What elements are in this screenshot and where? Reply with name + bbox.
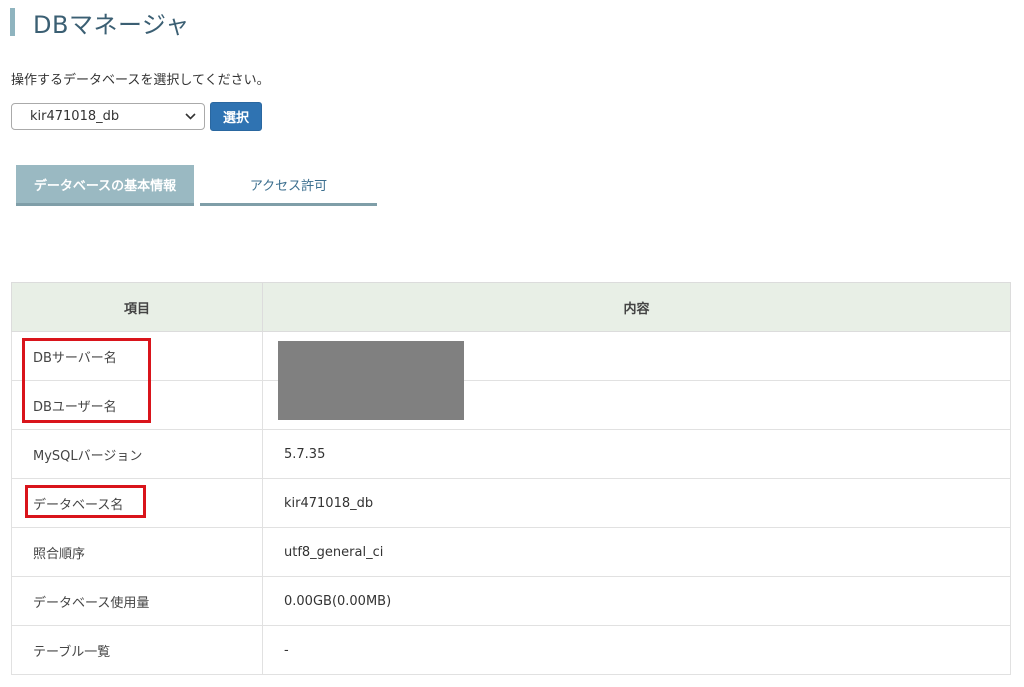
table-row: データベース名 kir471018_db	[11, 478, 1011, 528]
database-select[interactable]: kir471018_db	[11, 103, 205, 130]
row-label: MySQLバージョン	[11, 429, 263, 479]
row-value: utf8_general_ci	[262, 527, 1011, 577]
redacted-server-user-values	[278, 341, 464, 420]
table-row: MySQLバージョン 5.7.35	[11, 429, 1011, 479]
database-info-table: 項目 内容 DBサーバー名 DBユーザー名 MySQLバージョン 5.7.35 …	[11, 282, 1011, 675]
column-header-item: 項目	[11, 282, 263, 332]
page-title: DBマネージャ	[33, 10, 190, 39]
table-row: テーブル一覧 -	[11, 625, 1011, 675]
column-header-content: 内容	[262, 282, 1011, 332]
database-select-value: kir471018_db	[30, 109, 120, 124]
highlight-database-name-label	[25, 485, 146, 518]
row-value: kir471018_db	[262, 478, 1011, 528]
chevron-down-icon	[184, 111, 196, 123]
table-row: DBユーザー名	[11, 380, 1011, 430]
tab-basic-info[interactable]: データベースの基本情報	[16, 165, 194, 206]
table-row: DBサーバー名	[11, 331, 1011, 381]
table-row: データベース使用量 0.00GB(0.00MB)	[11, 576, 1011, 626]
table-row: 照合順序 utf8_general_ci	[11, 527, 1011, 577]
row-label: データベース使用量	[11, 576, 263, 626]
row-value: 0.00GB(0.00MB)	[262, 576, 1011, 626]
title-accent-bar	[10, 8, 15, 36]
instruction-text: 操作するデータベースを選択してください。	[11, 73, 270, 88]
highlight-server-user-labels	[22, 338, 151, 423]
row-label: テーブル一覧	[11, 625, 263, 675]
db-manager-page: DBマネージャ 操作するデータベースを選択してください。 kir471018_d…	[0, 0, 1024, 687]
select-button[interactable]: 選択	[210, 102, 262, 131]
row-label: 照合順序	[11, 527, 263, 577]
table-header-row: 項目 内容	[11, 282, 1011, 332]
page-header: DBマネージャ	[10, 6, 190, 39]
tab-access-permission[interactable]: アクセス許可	[200, 165, 377, 206]
row-value: -	[262, 625, 1011, 675]
row-value: 5.7.35	[262, 429, 1011, 479]
